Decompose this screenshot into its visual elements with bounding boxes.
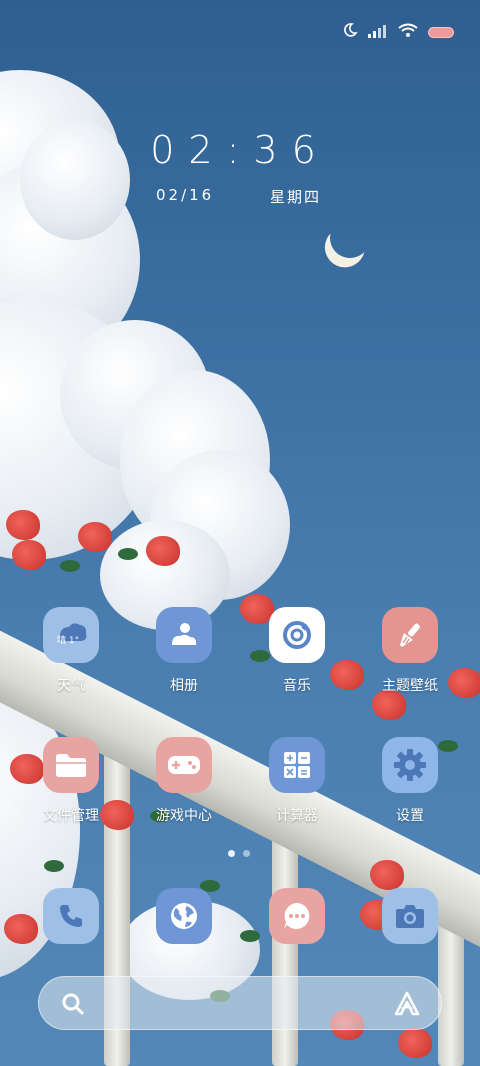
weather-badge: 晴 1° [57,636,80,646]
dock-browser[interactable] [139,888,229,944]
app-label: 相册 [170,678,198,694]
music-icon [269,607,325,663]
app-label: 设置 [396,808,424,824]
browser-globe-icon [156,888,212,944]
page-indicator[interactable] [228,850,250,857]
battery-icon [428,26,454,38]
gamepad-icon [156,737,212,793]
moon-icon [342,22,358,42]
app-label: 音乐 [283,678,311,694]
signal-icon [368,23,388,42]
phone-icon [43,888,99,944]
app-label: 文件管理 [43,808,99,824]
messages-icon [269,888,325,944]
app-game-center[interactable]: 游戏中心 [139,737,229,825]
dock-camera[interactable] [365,888,455,944]
clock-date: 02/16 [156,186,215,204]
assistant-icon[interactable] [393,990,421,1022]
app-label: 游戏中心 [156,808,212,824]
dock-messages[interactable] [252,888,342,944]
app-file-manager[interactable]: 文件管理 [26,737,116,825]
app-calculator[interactable]: 计算器 [252,737,342,825]
camera-icon [382,888,438,944]
page-dot-2[interactable] [243,850,250,857]
calculator-icon [269,737,325,793]
app-music[interactable]: 音乐 [252,607,342,695]
settings-gear-icon [382,737,438,793]
app-settings[interactable]: 设置 [365,737,455,825]
wifi-icon [398,23,418,42]
search-bar[interactable] [38,976,442,1030]
app-label: 计算器 [276,808,318,824]
app-gallery[interactable]: 相册 [139,607,229,695]
search-icon[interactable] [61,992,85,1020]
app-label: 天气 [57,678,85,694]
page-dot-1[interactable] [228,850,235,857]
status-bar [0,0,480,60]
app-themes[interactable]: 主题壁纸 [365,607,455,695]
dock-phone[interactable] [26,888,116,944]
clock-weekday: 星期四 [270,188,322,206]
clock-time[interactable]: 02:36 [0,128,480,172]
theme-brush-icon [382,607,438,663]
gallery-icon [156,607,212,663]
folder-icon [43,737,99,793]
app-label: 主题壁纸 [382,678,438,694]
app-weather[interactable]: 天气 晴 1° [26,607,116,695]
